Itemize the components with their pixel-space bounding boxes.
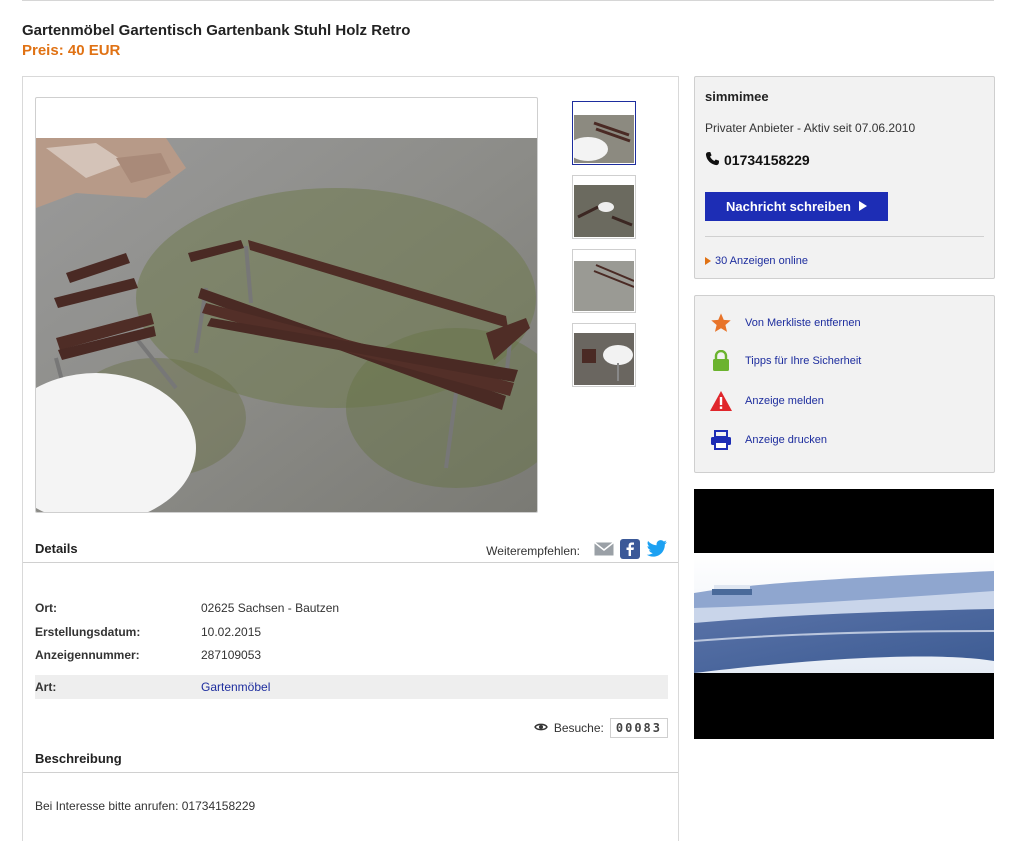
seller-box: simmimee Privater Anbieter - Aktiv seit … bbox=[694, 76, 995, 279]
listing-panel: Details Weiterempfehlen: Ort: 02625 Sach… bbox=[22, 76, 679, 841]
thumbnail-image bbox=[574, 251, 634, 311]
print-ad-link[interactable]: Anzeige drucken bbox=[709, 429, 827, 451]
details-header: Details Weiterempfehlen: bbox=[23, 529, 678, 563]
play-arrow-icon bbox=[859, 199, 867, 214]
phone-icon bbox=[705, 151, 720, 169]
seller-ads-label: 30 Anzeigen online bbox=[715, 255, 808, 267]
thumbnail-image bbox=[574, 325, 634, 385]
twitter-icon[interactable] bbox=[646, 540, 668, 561]
detail-value: 287109053 bbox=[201, 648, 262, 662]
seller-since: Privater Anbieter - Aktiv seit 07.06.201… bbox=[705, 121, 916, 135]
facebook-icon[interactable] bbox=[620, 539, 640, 562]
detail-key: Art: bbox=[35, 680, 57, 694]
arrow-right-icon bbox=[705, 257, 711, 265]
ad-racetrack-image bbox=[694, 553, 994, 673]
description-header: Beschreibung bbox=[23, 739, 678, 773]
category-link[interactable]: Gartenmöbel bbox=[201, 680, 270, 694]
main-photo[interactable] bbox=[35, 97, 538, 513]
eye-icon bbox=[534, 721, 548, 735]
seller-name[interactable]: simmimee bbox=[705, 89, 769, 104]
description-text: Bei Interesse bitte anrufen: 01734158229 bbox=[35, 799, 256, 813]
thumbnail-4[interactable] bbox=[572, 323, 636, 387]
detail-row-type: Art: Gartenmöbel bbox=[35, 675, 668, 699]
write-message-label: Nachricht schreiben bbox=[726, 199, 851, 214]
detail-value: 02625 Sachsen - Bautzen bbox=[201, 601, 340, 615]
description-heading: Beschreibung bbox=[35, 751, 122, 766]
report-ad-link[interactable]: Anzeige melden bbox=[709, 390, 824, 412]
warning-icon bbox=[709, 390, 733, 412]
tool-label: Anzeige drucken bbox=[745, 434, 827, 446]
top-divider bbox=[22, 0, 994, 1]
share-bar: Weiterempfehlen: bbox=[486, 539, 668, 562]
seller-phone: 01734158229 bbox=[705, 151, 810, 169]
detail-value: 10.02.2015 bbox=[201, 625, 262, 639]
visits-label: Besuche: bbox=[553, 721, 604, 735]
thumbnail-image bbox=[574, 103, 634, 163]
detail-key: Erstellungsdatum: bbox=[35, 625, 141, 639]
thumbnail-2[interactable] bbox=[572, 175, 636, 239]
lock-icon bbox=[709, 350, 733, 372]
tool-label: Anzeige melden bbox=[745, 395, 824, 407]
tool-label: Tipps für Ihre Sicherheit bbox=[745, 355, 862, 367]
safety-tips-link[interactable]: Tipps für Ihre Sicherheit bbox=[709, 350, 861, 372]
advertisement-banner[interactable] bbox=[694, 489, 994, 739]
detail-key: Anzeigennummer: bbox=[35, 648, 140, 662]
thumbnail-image bbox=[574, 177, 634, 237]
visits-count: 00083 bbox=[609, 718, 668, 738]
printer-icon bbox=[709, 429, 733, 451]
ad-tools-box: Von Merkliste entfernen Tipps für Ihre S… bbox=[694, 295, 995, 473]
share-label: Weiterempfehlen: bbox=[486, 543, 580, 558]
garden-furniture-photo bbox=[36, 138, 537, 512]
seller-divider bbox=[705, 236, 984, 237]
page-title: Gartenmöbel Gartentisch Gartenbank Stuhl… bbox=[22, 22, 411, 39]
price: Preis: 40 EUR bbox=[22, 42, 121, 59]
thumbnail-1[interactable] bbox=[572, 101, 636, 165]
thumbnail-3[interactable] bbox=[572, 249, 636, 313]
detail-key: Ort: bbox=[35, 601, 57, 615]
visit-counter: Besuche: 00083 bbox=[534, 718, 668, 738]
write-message-button[interactable]: Nachricht schreiben bbox=[705, 192, 888, 221]
tool-label: Von Merkliste entfernen bbox=[745, 317, 861, 329]
phone-number: 01734158229 bbox=[724, 152, 810, 168]
email-icon[interactable] bbox=[594, 541, 614, 559]
remove-from-watchlist-link[interactable]: Von Merkliste entfernen bbox=[709, 312, 861, 334]
seller-ads-link[interactable]: 30 Anzeigen online bbox=[705, 255, 808, 267]
details-heading: Details bbox=[35, 541, 78, 556]
star-icon bbox=[709, 312, 733, 334]
